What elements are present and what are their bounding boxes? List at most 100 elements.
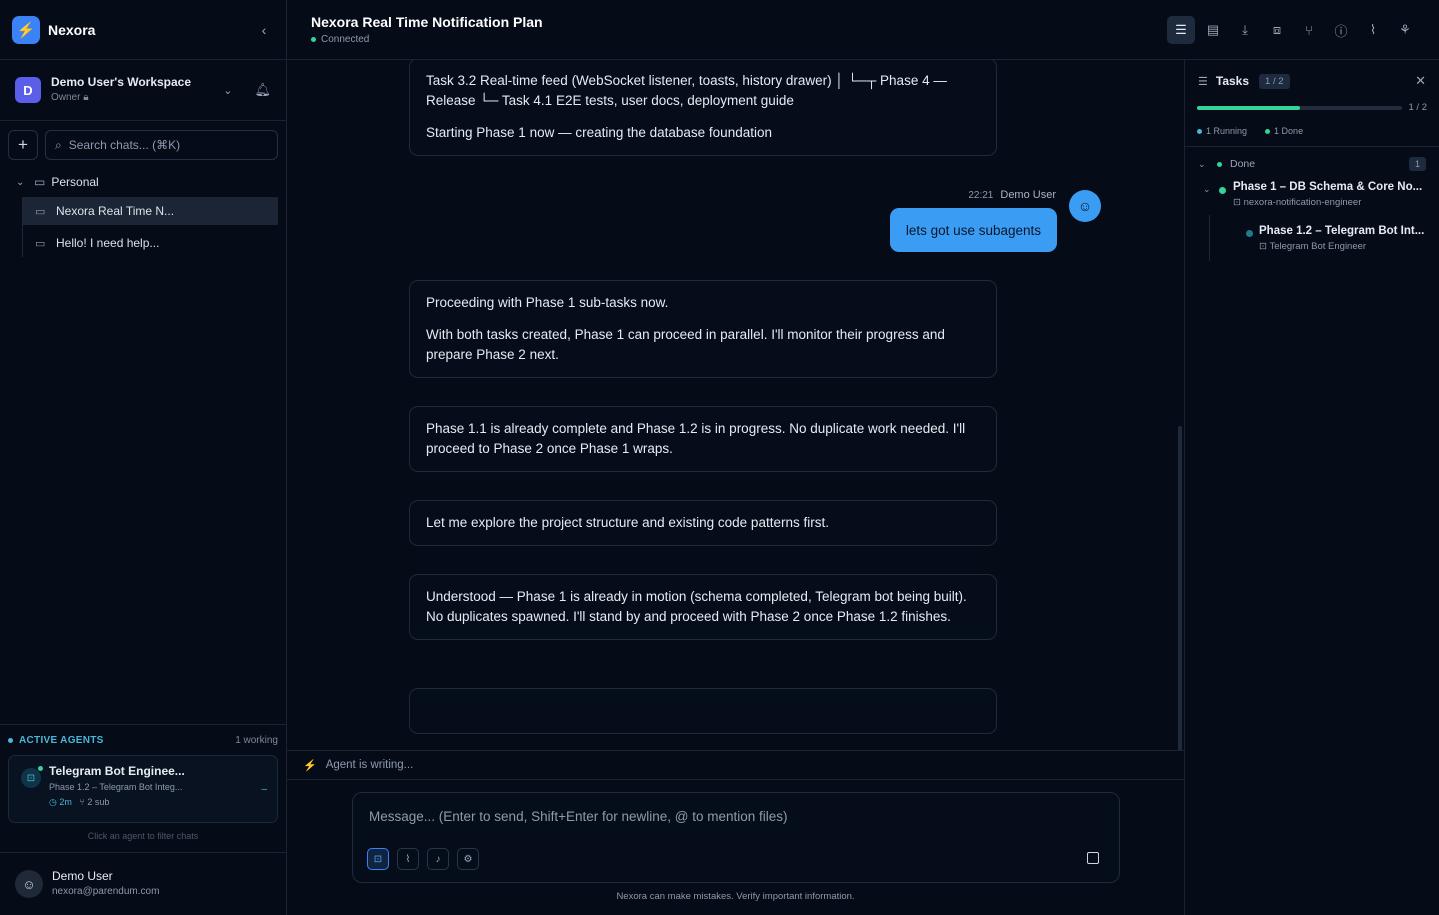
task-item[interactable]: ⌄ Phase 1 – DB Schema & Core No... ⊡ nex… <box>1185 181 1439 215</box>
search-icon: ⌕ <box>55 137 62 152</box>
new-chat-button[interactable]: + <box>8 130 38 160</box>
scrollbar[interactable] <box>1178 426 1182 750</box>
agent-meta: ◷ 2m ⑂ 2 sub <box>49 797 277 808</box>
user-info: Demo User nexora@parendum.com <box>52 869 159 899</box>
chat-item[interactable]: ▭ Hello! I need help... <box>23 229 286 257</box>
chat-title: Hello! I need help... <box>56 236 160 250</box>
agent-task: Phase 1.2 – Telegram Bot Integ... <box>49 782 183 792</box>
settings-icon[interactable]: ⚙ <box>457 848 479 870</box>
assistant-message-pending <box>409 688 997 734</box>
running-stat: 1 Running <box>1197 126 1256 136</box>
task-agent-label: nexora-notification-engineer <box>1243 197 1362 208</box>
stop-icon[interactable] <box>1087 852 1099 864</box>
agent-writing-indicator: ⚡ Agent is writing... <box>287 750 1184 780</box>
bell-icon[interactable]: 🔔︎ <box>254 82 271 98</box>
agents-working-count: 1 working <box>235 735 278 746</box>
chat-main: Task 3.2 Real-time feed (WebSocket liste… <box>287 0 1184 915</box>
chat-bubble-icon: ▭ <box>35 237 46 250</box>
status-dot <box>1219 187 1226 194</box>
bot-icon: ⊡ <box>1259 241 1267 252</box>
branch-icon: ⑂ <box>79 797 85 807</box>
message-input[interactable] <box>353 793 1119 839</box>
lightning-icon: ⚡ <box>303 759 317 772</box>
message-text: Task 3.2 Real-time feed (WebSocket liste… <box>426 73 947 108</box>
info-icon[interactable]: ⓘ <box>1327 16 1355 44</box>
task-group-done[interactable]: ⌄ Done 1 <box>1185 147 1439 181</box>
microphone-icon[interactable]: ♪ <box>427 848 449 870</box>
message-text: Starting Phase 1 now — creating the data… <box>426 125 772 140</box>
assistant-message: Understood — Phase 1 is already in motio… <box>409 574 997 640</box>
agents-hint: Click an agent to filter chats <box>87 831 199 841</box>
agent-time: 2m <box>59 797 72 807</box>
tasks-header: ☰ Tasks 1 / 2 ✕ <box>1185 60 1439 102</box>
lightning-logo-icon: ⚡ <box>12 15 40 44</box>
folder-personal[interactable]: ⌄ ▭ Personal <box>0 173 286 191</box>
app-root: ⚡ Nexora ‹ D Demo User's Workspace Owner… <box>0 0 1439 915</box>
task-item-child[interactable]: Phase 1.2 – Telegram Bot Int... ⊡ Telegr… <box>1209 215 1439 261</box>
group-count: 1 <box>1408 157 1426 171</box>
workspace-role-label: Owner <box>51 92 81 103</box>
chevron-down-icon[interactable]: ⌄ <box>223 84 232 97</box>
disclaimer: Nexora can make mistakes. Verify importa… <box>616 891 855 902</box>
tasks-panel: ☰ Tasks 1 / 2 ✕ 1 / 2 1 Running 1 Done ⌄… <box>1184 60 1439 915</box>
agent-subs: 2 sub <box>87 797 110 807</box>
agent-mode-icon[interactable]: ⊡ <box>367 848 389 870</box>
chat-title: Nexora Real Time N... <box>56 204 175 218</box>
workspace-switcher[interactable]: D Demo User's Workspace Owner 🔒︎ ⌄ 🔔︎ <box>0 60 286 121</box>
lock-icon: 🔒︎ <box>83 92 89 103</box>
brand-header: ⚡ Nexora ‹ <box>0 0 286 60</box>
progress-bar <box>1197 105 1402 110</box>
running-label: 1 Running <box>1206 126 1248 136</box>
chevron-down-icon: ⌄ <box>16 176 25 188</box>
chat-list: ▭ Nexora Real Time N... ▭ Hello! I need … <box>22 197 286 257</box>
agent-expand-icon[interactable]: – <box>261 784 267 795</box>
message-text: Let me explore the project structure and… <box>426 515 829 530</box>
tasks-list-icon[interactable]: ☰ <box>1167 16 1195 44</box>
chat-header: Nexora Real Time Notification Plan Conne… <box>287 0 1439 60</box>
workspace-info: Demo User's Workspace Owner 🔒︎ <box>51 75 191 105</box>
clipboard-icon[interactable]: ▤ <box>1199 16 1227 44</box>
search-row: + ⌕ Search chats... (⌘K) <box>0 130 286 160</box>
tasks-title: Tasks <box>1215 74 1250 88</box>
progress-fraction: 1 / 2 <box>1408 102 1428 113</box>
message-composer: ⊡ ⌇ ♪ ⚙ <box>352 792 1120 883</box>
message-author: Demo User <box>1000 189 1056 201</box>
user-message-meta: 22:21 Demo User <box>968 189 1056 201</box>
user-profile[interactable]: ☺ Demo User nexora@parendum.com <box>0 852 286 915</box>
download-icon[interactable]: ⤓ <box>1231 16 1259 44</box>
chevron-down-icon[interactable]: ⌄ <box>1203 184 1211 195</box>
message-text: Proceeding with Phase 1 sub-tasks now. <box>426 295 669 310</box>
assistant-message: Proceeding with Phase 1 sub-tasks now. W… <box>409 280 997 378</box>
message-list[interactable]: Task 3.2 Real-time feed (WebSocket liste… <box>287 60 1184 750</box>
status-dot <box>1246 230 1253 237</box>
chat-title: Nexora Real Time Notification Plan <box>311 14 543 30</box>
webhook-icon[interactable]: ⚘ <box>1391 16 1419 44</box>
agent-name: Telegram Bot Enginee... <box>49 764 185 778</box>
task-agent: ⊡ nexora-notification-engineer <box>1233 197 1439 208</box>
close-icon[interactable]: ✕ <box>1415 73 1426 89</box>
paperclip-icon[interactable]: ⌇ <box>1359 16 1387 44</box>
chat-item[interactable]: ▭ Nexora Real Time N... <box>23 197 278 225</box>
chevron-down-icon: ⌄ <box>1198 158 1206 169</box>
workspace-avatar: D <box>15 77 41 103</box>
user-email: nexora@parendum.com <box>52 886 160 897</box>
task-name: Phase 1.2 – Telegram Bot Int... <box>1259 225 1425 237</box>
git-branch-icon[interactable]: ⑂ <box>1295 16 1323 44</box>
task-agent: ⊡ Telegram Bot Engineer <box>1259 241 1439 252</box>
list-icon: ☰ <box>1198 75 1208 88</box>
collapse-sidebar-icon[interactable]: ‹ <box>254 22 274 38</box>
assistant-message: Phase 1.1 is already complete and Phase … <box>409 406 997 472</box>
active-agents-label: ACTIVE AGENTS <box>19 735 104 746</box>
task-name: Phase 1 – DB Schema & Core No... <box>1233 181 1423 193</box>
search-input[interactable]: ⌕ Search chats... (⌘K) <box>45 130 278 160</box>
attach-icon[interactable]: ⌇ <box>397 848 419 870</box>
message-text: Understood — Phase 1 is already in motio… <box>426 589 967 624</box>
folder-label: Personal <box>51 175 99 189</box>
tasks-badge: 1 / 2 <box>1259 73 1290 89</box>
agent-card[interactable]: ⊡ Telegram Bot Enginee... Phase 1.2 – Te… <box>8 755 278 823</box>
done-stat: 1 Done <box>1265 126 1312 136</box>
search-placeholder: Search chats... (⌘K) <box>68 138 181 152</box>
hierarchy-icon[interactable]: ⧈ <box>1263 16 1291 44</box>
done-label: 1 Done <box>1274 126 1304 136</box>
sidebar: ⚡ Nexora ‹ D Demo User's Workspace Owner… <box>0 0 287 915</box>
